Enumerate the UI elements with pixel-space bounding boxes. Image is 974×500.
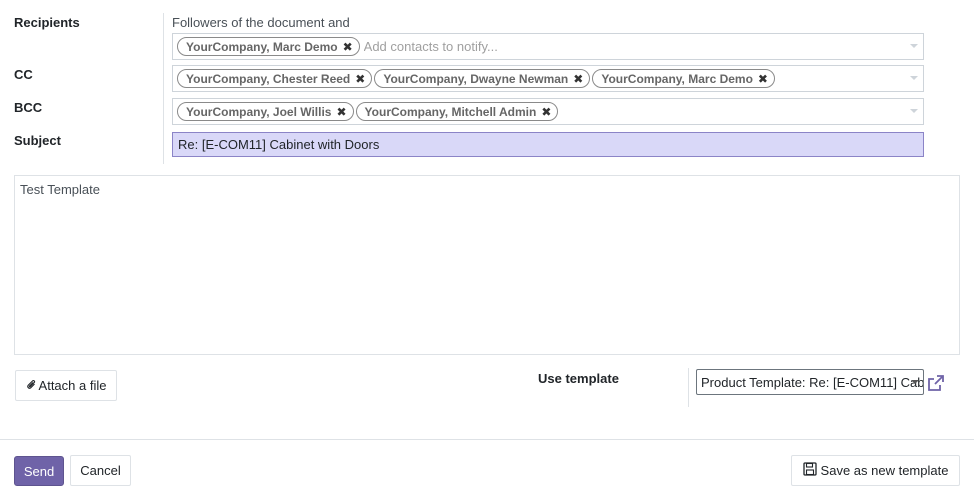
cc-tag-label: YourCompany, Marc Demo <box>601 71 753 86</box>
bcc-tag: YourCompany, Mitchell Admin ✖ <box>355 102 559 121</box>
cc-input[interactable] <box>778 71 955 86</box>
bcc-input[interactable] <box>562 104 923 119</box>
close-icon[interactable]: ✖ <box>355 73 365 85</box>
close-icon[interactable]: ✖ <box>343 41 353 53</box>
bcc-tag-label: YourCompany, Mitchell Admin <box>364 104 537 119</box>
external-link-icon[interactable] <box>927 374 945 392</box>
cc-label: CC <box>14 67 33 82</box>
body-editor[interactable]: Test Template <box>14 175 960 355</box>
bcc-tag-label: YourCompany, Joel Willis <box>186 104 332 119</box>
cc-tag: YourCompany, Dwayne Newman ✖ <box>374 69 591 88</box>
body-text: Test Template <box>20 182 100 197</box>
recipients-label: Recipients <box>14 15 80 30</box>
recipients-field[interactable]: YourCompany, Marc Demo ✖ <box>172 33 924 60</box>
label-divider <box>163 13 164 164</box>
cc-tag-label: YourCompany, Chester Reed <box>186 71 351 86</box>
floppy-disk-icon <box>802 462 821 479</box>
save-as-template-button[interactable]: Save as new template <box>791 455 960 486</box>
cc-tag: YourCompany, Chester Reed ✖ <box>177 69 373 88</box>
bcc-field[interactable]: YourCompany, Joel Willis ✖ YourCompany, … <box>172 98 924 125</box>
recipient-tag: YourCompany, Marc Demo ✖ <box>177 37 360 56</box>
template-select[interactable]: Product Template: Re: [E-COM11] Cabinet … <box>696 369 924 395</box>
close-icon[interactable]: ✖ <box>758 73 768 85</box>
attach-file-label: Attach a file <box>38 378 107 393</box>
chevron-down-icon[interactable] <box>910 109 918 113</box>
cc-field[interactable]: YourCompany, Chester Reed ✖ YourCompany,… <box>172 65 955 92</box>
subject-input[interactable]: Re: [E-COM11] Cabinet with Doors <box>172 132 924 157</box>
cc-tag: YourCompany, Marc Demo ✖ <box>592 69 775 88</box>
bcc-tag: YourCompany, Joel Willis ✖ <box>177 102 354 121</box>
bcc-label: BCC <box>14 100 43 115</box>
recipient-tag-label: YourCompany, Marc Demo <box>186 39 338 54</box>
attach-file-button[interactable]: Attach a file <box>15 370 117 401</box>
template-select-value: Product Template: Re: [E-COM11] Cabinet … <box>701 374 924 390</box>
close-icon[interactable]: ✖ <box>573 73 583 85</box>
subject-label: Subject <box>14 133 61 148</box>
send-button[interactable]: Send <box>14 456 64 486</box>
chevron-down-icon[interactable] <box>910 76 918 80</box>
use-template-label: Use template <box>538 371 619 386</box>
cancel-button[interactable]: Cancel <box>70 455 131 486</box>
followers-text: Followers of the document and <box>172 15 350 30</box>
chevron-down-icon[interactable] <box>910 44 918 48</box>
template-divider <box>688 368 689 407</box>
close-icon[interactable]: ✖ <box>541 106 551 118</box>
footer-divider <box>0 439 974 440</box>
save-as-template-label: Save as new template <box>820 463 949 478</box>
recipients-input[interactable] <box>363 39 923 54</box>
close-icon[interactable]: ✖ <box>336 106 346 118</box>
chevron-down-icon[interactable] <box>911 380 919 384</box>
paperclip-icon <box>26 378 37 394</box>
cc-tag-label: YourCompany, Dwayne Newman <box>383 71 569 86</box>
